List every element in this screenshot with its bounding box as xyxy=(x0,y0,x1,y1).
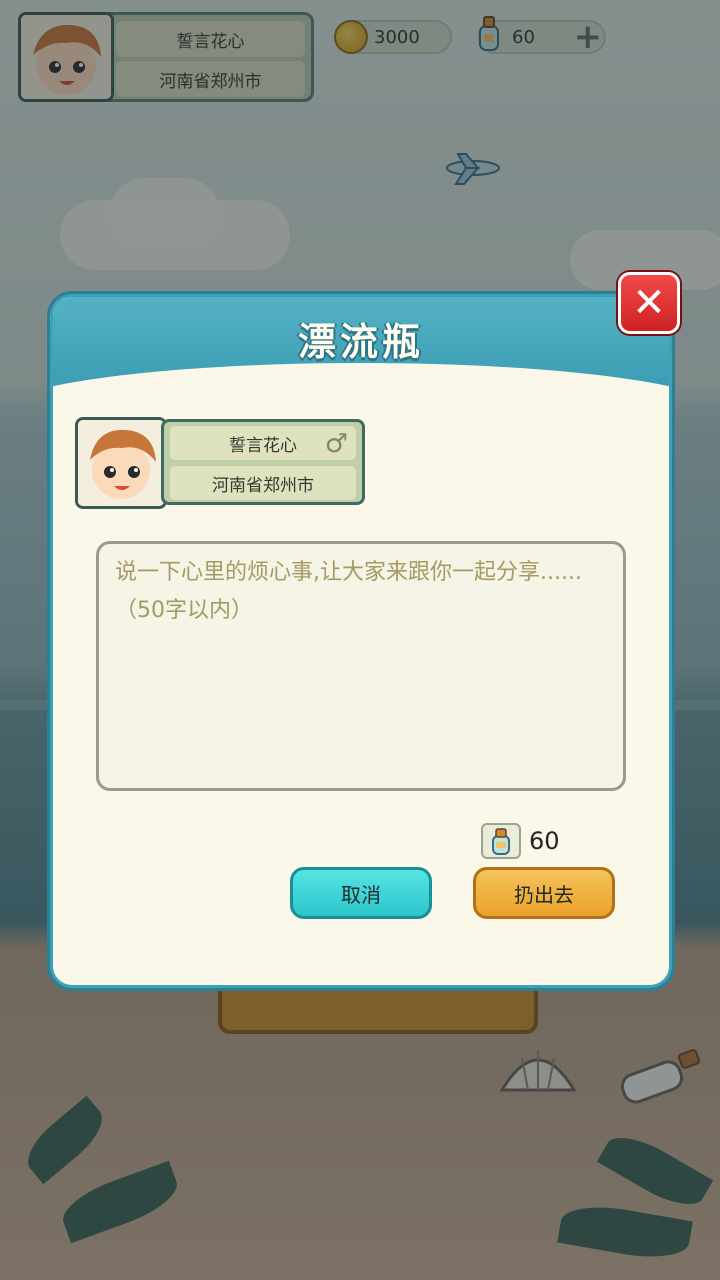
dialog-header: 漂流瓶 xyxy=(53,297,669,415)
boy-avatar-icon xyxy=(78,420,164,506)
bottle-cost-value: 60 xyxy=(529,827,560,855)
message-box[interactable] xyxy=(96,541,626,791)
cancel-button[interactable]: 取消 xyxy=(290,867,432,919)
user-avatar xyxy=(75,417,167,509)
close-icon: ✕ xyxy=(632,280,666,326)
user-info-panel: 誓言花心 ♂ 河南省郑州市 xyxy=(161,419,365,505)
message-input[interactable] xyxy=(115,554,607,778)
user-name: 誓言花心 xyxy=(229,435,297,456)
bottle-cost: 60 xyxy=(481,823,560,859)
throw-button[interactable]: 扔出去 xyxy=(473,867,615,919)
drift-bottle-dialog: 漂流瓶 誓言花心 ♂ 河南省郑州市 说一下心里的烦心事,让大家来跟你一起分享..… xyxy=(50,294,672,988)
dialog-title: 漂流瓶 xyxy=(297,320,424,364)
user-location: 河南省郑州市 xyxy=(170,466,356,500)
user-name-row: 誓言花心 ♂ xyxy=(170,426,356,460)
male-icon: ♂ xyxy=(324,429,348,459)
bottle-icon xyxy=(481,823,521,859)
user-card: 誓言花心 ♂ 河南省郑州市 xyxy=(75,417,365,509)
close-button[interactable]: ✕ xyxy=(618,272,680,334)
